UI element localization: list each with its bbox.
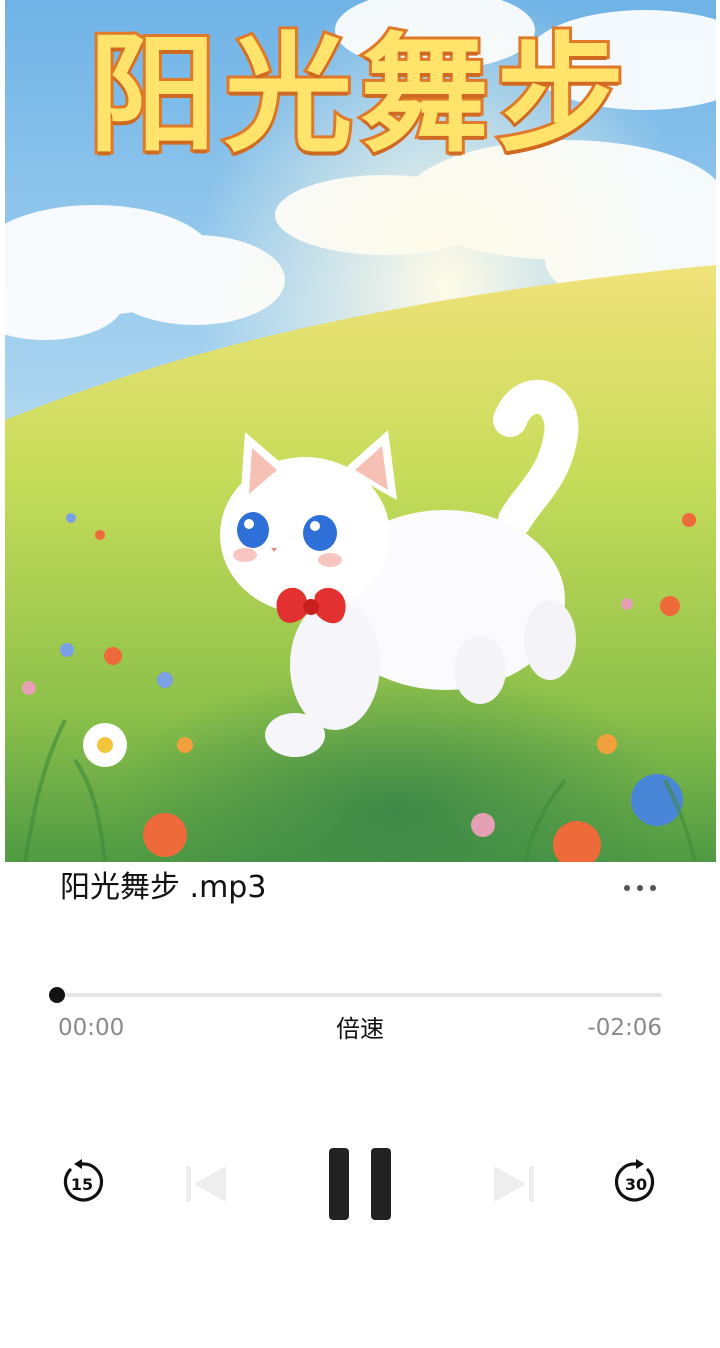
skip-forward-30-button[interactable]: 30 xyxy=(610,1156,662,1208)
playback-speed-button[interactable]: 倍速 xyxy=(320,1012,400,1046)
progress-thumb[interactable] xyxy=(49,987,65,1003)
progress-bar[interactable] xyxy=(49,987,662,1003)
rewind-15-icon: 15 xyxy=(63,1159,104,1202)
previous-track-icon xyxy=(186,1166,226,1202)
play-pause-button[interactable] xyxy=(325,1144,395,1224)
next-track-icon xyxy=(494,1166,534,1202)
skip-back-label: 15 xyxy=(71,1175,93,1194)
track-title: 阳光舞步 .mp3 xyxy=(60,870,267,905)
forward-30-icon: 30 xyxy=(614,1159,655,1202)
skip-back-15-button[interactable]: 15 xyxy=(56,1156,108,1208)
cover-title-art: 阳光舞步 xyxy=(85,18,633,173)
pause-icon xyxy=(329,1148,391,1220)
previous-track-button[interactable] xyxy=(180,1158,232,1210)
skip-forward-label: 30 xyxy=(625,1175,647,1194)
elapsed-time: 00:00 xyxy=(58,1015,125,1041)
more-options-button[interactable] xyxy=(616,872,664,904)
remaining-time: -02:06 xyxy=(587,1015,662,1041)
more-horizontal-icon xyxy=(624,885,656,891)
next-track-button[interactable] xyxy=(488,1158,540,1210)
album-cover: 阳光舞步 xyxy=(5,0,716,862)
